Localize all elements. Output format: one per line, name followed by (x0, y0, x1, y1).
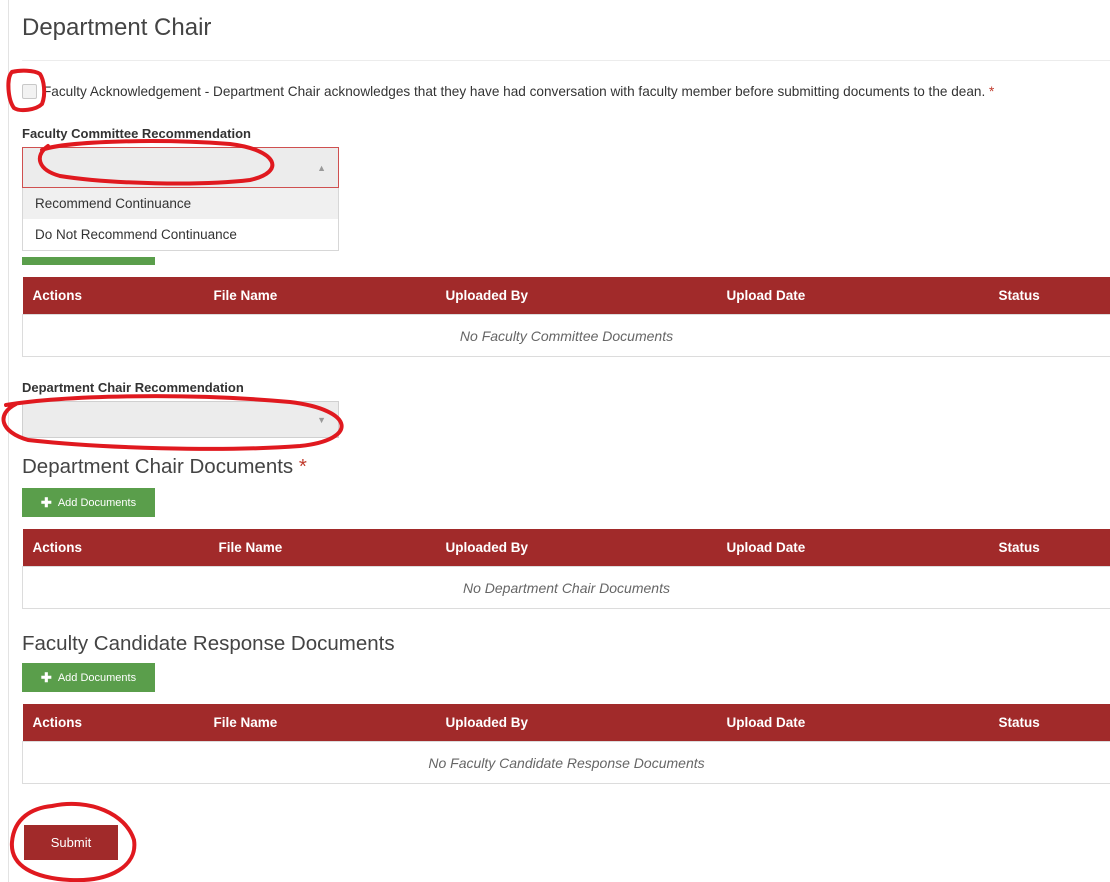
faculty-candidate-response-title: Faculty Candidate Response Documents (22, 632, 395, 655)
column-actions: Actions (22, 704, 204, 742)
add-faculty-candidate-response-documents-button[interactable]: ✚ Add Documents (22, 663, 155, 692)
column-status: Status (988, 529, 1110, 567)
plus-icon: ✚ (40, 494, 52, 510)
department-chair-documents-title: Department Chair Documents * (22, 455, 307, 479)
table-header-row: Actions File Name Uploaded By Upload Dat… (22, 704, 1110, 742)
faculty-committee-select[interactable]: ▲ (22, 147, 339, 188)
add-documents-label: Add Documents (57, 496, 137, 509)
option-do-not-recommend-continuance[interactable]: Do Not Recommend Continuance (23, 219, 338, 250)
acknowledgement-text: Faculty Acknowledgement - Department Cha… (43, 84, 986, 99)
option-recommend-continuance[interactable]: Recommend Continuance (23, 188, 338, 219)
acknowledgement-row: Faculty Acknowledgement - Department Cha… (22, 84, 994, 99)
empty-message: No Faculty Committee Documents (22, 314, 1110, 357)
caret-down-icon: ▼ (317, 414, 326, 425)
column-uploaded-by: Uploaded By (435, 529, 717, 567)
department-chair-documents-table: Actions File Name Uploaded By Upload Dat… (22, 529, 1110, 609)
column-upload-date: Upload Date (716, 277, 989, 315)
column-uploaded-by: Uploaded By (435, 704, 717, 742)
table-row: No Faculty Committee Documents (22, 314, 1110, 357)
required-marker: * (298, 455, 307, 478)
empty-message: No Faculty Candidate Response Documents (22, 741, 1110, 784)
table-row: No Faculty Candidate Response Documents (22, 741, 1110, 784)
column-status: Status (988, 277, 1110, 315)
table-header-row: Actions File Name Uploaded By Upload Dat… (22, 277, 1110, 315)
page-title: Department Chair (22, 14, 212, 41)
column-actions: Actions (22, 529, 209, 567)
left-border (8, 0, 9, 882)
title-divider (22, 60, 1110, 61)
column-status: Status (988, 704, 1110, 742)
acknowledgement-checkbox[interactable] (22, 84, 37, 99)
add-documents-label: Add Documents (57, 671, 137, 684)
table-row: No Department Chair Documents (22, 566, 1110, 609)
department-chair-recommendation-label: Department Chair Recommendation (22, 380, 244, 395)
column-uploaded-by: Uploaded By (435, 277, 717, 315)
column-file-name: File Name (203, 704, 436, 742)
column-upload-date: Upload Date (716, 529, 989, 567)
column-file-name: File Name (203, 277, 436, 315)
faculty-committee-documents-table: Actions File Name Uploaded By Upload Dat… (22, 277, 1110, 357)
column-actions: Actions (22, 277, 204, 315)
faculty-committee-options: Recommend Continuance Do Not Recommend C… (22, 188, 339, 251)
required-marker: * (989, 84, 995, 99)
department-chair-documents-title-text: Department Chair Documents (22, 455, 294, 478)
faculty-candidate-response-table: Actions File Name Uploaded By Upload Dat… (22, 704, 1110, 784)
table-header-row: Actions File Name Uploaded By Upload Dat… (22, 529, 1110, 567)
caret-up-icon: ▲ (317, 162, 326, 173)
acknowledgement-label: Faculty Acknowledgement - Department Cha… (43, 84, 994, 99)
submit-button[interactable]: Submit (24, 825, 118, 860)
column-upload-date: Upload Date (716, 704, 989, 742)
plus-icon: ✚ (40, 669, 52, 685)
hidden-add-documents-button[interactable] (22, 257, 155, 265)
add-department-chair-documents-button[interactable]: ✚ Add Documents (22, 488, 155, 517)
column-file-name: File Name (208, 529, 436, 567)
faculty-committee-label: Faculty Committee Recommendation (22, 126, 251, 141)
empty-message: No Department Chair Documents (22, 566, 1110, 609)
department-chair-recommendation-select[interactable]: ▼ (22, 401, 339, 438)
